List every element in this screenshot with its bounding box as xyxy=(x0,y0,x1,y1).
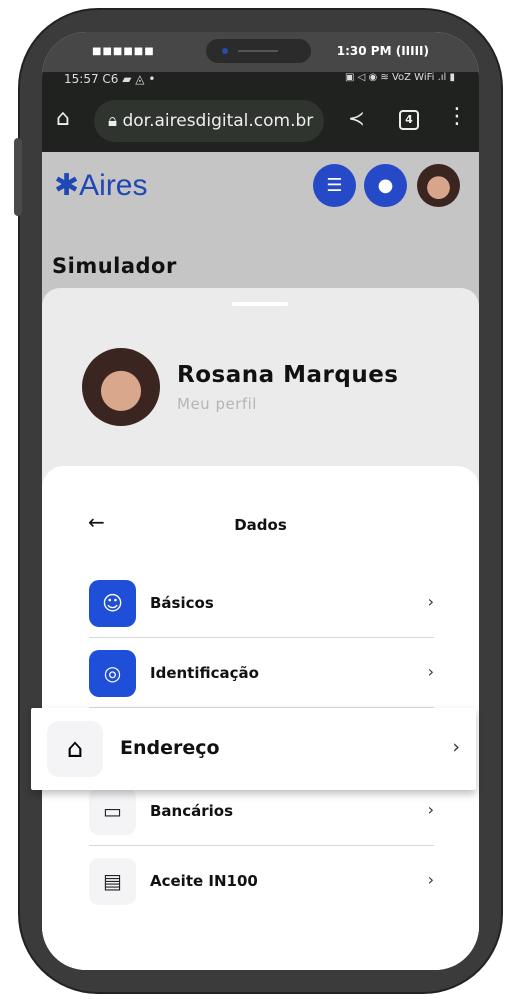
logo-star-icon: ✱ xyxy=(54,169,80,202)
camera-icon xyxy=(222,48,228,54)
device-time: 1:30 PM (IIIII) xyxy=(336,44,429,58)
profile-subtitle[interactable]: Meu perfil xyxy=(177,395,257,413)
house-icon: ⌂ xyxy=(47,721,103,777)
page-title: Simulador xyxy=(52,254,177,278)
document-check-icon: ▤ xyxy=(89,858,136,905)
battery-icon: (IIIII) xyxy=(395,44,429,58)
card-title: Dados xyxy=(234,516,287,534)
chevron-right-icon: › xyxy=(452,736,460,758)
item-label: Identificação xyxy=(150,664,259,682)
user-icon: ☺ xyxy=(89,580,136,627)
url-text: dor.airesdigital.com.br xyxy=(122,111,314,131)
aires-logo: ✱Aires xyxy=(54,169,148,202)
notification-icons: C6 ▰ ◬ • xyxy=(102,72,156,86)
drag-handle[interactable] xyxy=(232,302,288,306)
phone-screen: ■■■■■■ 1:30 PM (IIIII) 15:57 C6 ▰ ◬ • ▣ … xyxy=(42,32,479,970)
home-icon[interactable]: ⌂ xyxy=(56,106,70,131)
phone-side-button xyxy=(14,138,22,216)
android-time: 15:57 C6 ▰ ◬ • xyxy=(64,72,156,86)
item-label: Bancários xyxy=(150,802,234,820)
chevron-right-icon: › xyxy=(427,592,434,611)
list-item-identificacao[interactable]: ◎ Identificação › xyxy=(89,638,434,708)
system-icons: ▣ ◁ ◉ ≋ VoZ WiFi .ıl ▮ xyxy=(344,72,455,83)
browser-toolbar: ⌂ 🔒︎ dor.airesdigital.com.br ≺ 4 ⋮ xyxy=(42,88,479,152)
more-menu-icon[interactable]: ⋮ xyxy=(446,104,468,129)
device-status-bar: ■■■■■■ 1:30 PM (IIIII) xyxy=(42,32,479,72)
share-icon[interactable]: ≺ xyxy=(348,106,365,130)
tab-switcher-button[interactable]: 4 xyxy=(399,110,419,130)
avatar[interactable] xyxy=(417,164,460,207)
filter-button[interactable]: ☰ xyxy=(313,164,356,207)
profile-name: Rosana Marques xyxy=(177,362,399,388)
notch xyxy=(206,39,311,63)
chevron-right-icon: › xyxy=(427,800,434,819)
chevron-right-icon: › xyxy=(427,662,434,681)
fingerprint-icon: ◎ xyxy=(89,650,136,697)
list-item-aceite-in100[interactable]: ▤ Aceite IN100 › xyxy=(89,846,434,916)
signal-dots: ■■■■■■ xyxy=(92,46,155,57)
item-label: Básicos xyxy=(150,594,214,612)
chat-button[interactable]: ● xyxy=(364,164,407,207)
address-bar[interactable]: 🔒︎ dor.airesdigital.com.br xyxy=(94,100,324,142)
chevron-right-icon: › xyxy=(427,870,434,889)
list-item-endereco-highlighted[interactable]: ⌂ Endereço › xyxy=(31,708,476,790)
card-icon: ▭ xyxy=(89,788,136,835)
list-item-basicos[interactable]: ☺ Básicos › xyxy=(89,568,434,638)
profile-avatar xyxy=(82,348,160,426)
lock-icon: 🔒︎ xyxy=(108,111,118,131)
speaker xyxy=(238,50,278,52)
item-label: Endereço xyxy=(120,737,220,759)
item-label: Aceite IN100 xyxy=(150,872,258,890)
